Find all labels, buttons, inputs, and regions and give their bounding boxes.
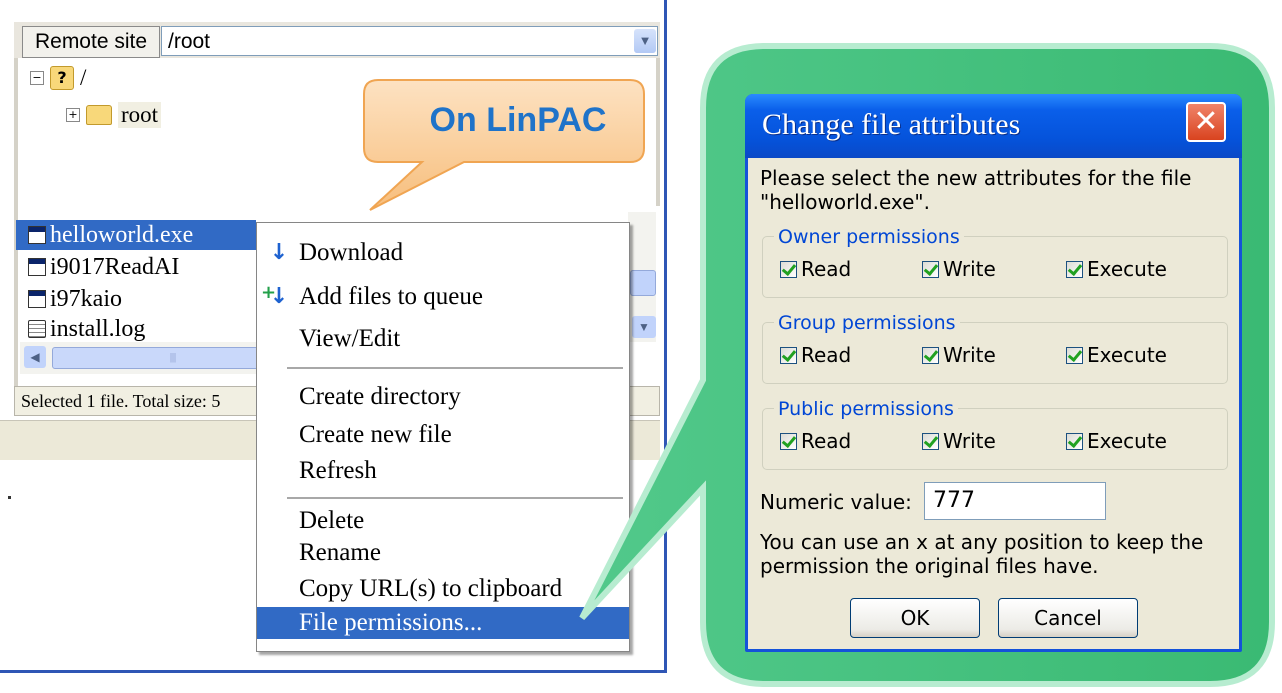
public-execute-checkbox[interactable]: Execute (1066, 430, 1167, 452)
file-name: i97kaio (50, 286, 122, 312)
expand-icon[interactable]: + (66, 108, 80, 122)
checkbox-label: Write (943, 429, 996, 453)
checkbox-icon[interactable] (1066, 260, 1083, 278)
file-name: install.log (50, 316, 146, 342)
dialog-title: Change file attributes (762, 108, 1021, 141)
group-label: Public permissions (774, 398, 958, 420)
dialog-prompt-line2: "helloworld.exe". (760, 190, 930, 214)
public-read-checkbox[interactable]: Read (780, 430, 851, 452)
numeric-value-input[interactable]: 777 (924, 482, 1106, 520)
close-icon[interactable]: ✕ (1186, 102, 1226, 142)
checkbox-icon[interactable] (1066, 432, 1083, 450)
checkbox-label: Read (801, 343, 852, 367)
menu-item-label: Refresh (299, 457, 377, 484)
checkbox-label: Read (801, 429, 852, 453)
divider-dot (8, 496, 11, 499)
menu-item-label: View/Edit (299, 325, 401, 352)
menu-item-label: Add files to queue (299, 283, 483, 310)
group-label: Group permissions (774, 312, 960, 334)
exe-file-icon (28, 226, 46, 244)
tree-item-root-folder[interactable]: + root (66, 100, 162, 130)
numeric-value-label: Numeric value: (760, 490, 912, 514)
owner-execute-checkbox[interactable]: Execute (1066, 258, 1167, 280)
checkbox-icon[interactable] (922, 432, 939, 450)
checkbox-icon[interactable] (780, 432, 797, 450)
menu-item-label: Copy URL(s) to clipboard (299, 575, 563, 602)
file-name: helloworld.exe (50, 222, 194, 248)
group-execute-checkbox[interactable]: Execute (1066, 344, 1167, 366)
group-label: Owner permissions (774, 226, 964, 248)
checkbox-icon[interactable] (780, 260, 797, 278)
file-row[interactable]: i9017ReadAI (16, 252, 256, 282)
checkbox-label: Read (801, 257, 852, 281)
owner-read-checkbox[interactable]: Read (780, 258, 851, 280)
checkbox-icon[interactable] (780, 346, 797, 364)
menu-item-label: File permissions... (299, 609, 483, 636)
checkbox-label: Execute (1087, 429, 1167, 453)
public-write-checkbox[interactable]: Write (922, 430, 996, 452)
file-row[interactable]: i97kaio (16, 284, 256, 314)
folder-icon (86, 105, 112, 125)
add-to-queue-icon: ↓ (261, 281, 291, 309)
group-write-checkbox[interactable]: Write (922, 344, 996, 366)
tree-item-label: root (118, 102, 162, 128)
cancel-button[interactable]: Cancel (998, 598, 1138, 638)
tree-item-label: / (80, 65, 87, 90)
scroll-left-icon[interactable]: ◀ (24, 346, 46, 368)
checkbox-icon[interactable] (922, 346, 939, 364)
group-read-checkbox[interactable]: Read (780, 344, 851, 366)
checkbox-label: Execute (1087, 343, 1167, 367)
menu-item-label: Create directory (299, 383, 461, 410)
menu-item-label: Rename (299, 539, 381, 566)
remote-site-label: Remote site (22, 26, 160, 58)
checkbox-label: Write (943, 257, 996, 281)
text-file-icon (28, 320, 46, 338)
menu-item-label: Delete (299, 507, 365, 534)
menu-item-label: Download (299, 239, 404, 266)
file-row[interactable]: install.log (16, 314, 256, 344)
hint-line1: You can use an x at any position to keep… (760, 530, 1204, 554)
unknown-folder-icon: ? (50, 66, 74, 90)
dialog-prompt-line1: Please select the new attributes for the… (760, 166, 1192, 190)
checkbox-label: Execute (1087, 257, 1167, 281)
window-file-icon (28, 258, 46, 276)
owner-write-checkbox[interactable]: Write (922, 258, 996, 280)
file-row[interactable]: helloworld.exe (16, 220, 256, 250)
tree-item-root[interactable]: − ? / (30, 65, 87, 90)
collapse-icon[interactable]: − (30, 71, 44, 85)
file-name: i9017ReadAI (50, 254, 180, 280)
window-file-icon (28, 290, 46, 308)
checkbox-label: Write (943, 343, 996, 367)
download-arrow-icon: ↓ (269, 240, 289, 265)
menu-item-label: Create new file (299, 421, 452, 448)
checkbox-icon[interactable] (1066, 346, 1083, 364)
checkbox-icon[interactable] (922, 260, 939, 278)
ok-button[interactable]: OK (850, 598, 980, 638)
hint-line2: permission the original files have. (760, 554, 1099, 578)
